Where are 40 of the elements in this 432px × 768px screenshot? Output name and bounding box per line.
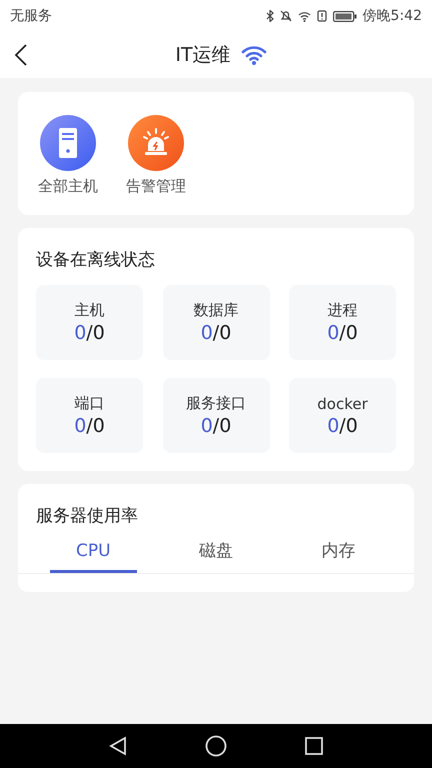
recents-nav-icon[interactable] [305,737,323,755]
status-tile[interactable]: 进程 0/0 [289,285,396,360]
tile-count: 0/0 [200,322,232,344]
tile-label: 服务接口 [186,394,246,413]
battery-icon [332,10,357,22]
status-tile[interactable]: 服务接口 0/0 [162,378,270,453]
usage-tab[interactable]: 磁盘 [172,535,260,573]
mute-icon [280,10,292,22]
tile-count: 0/0 [74,322,105,344]
status-tile[interactable]: 端口 0/0 [36,378,143,453]
back-nav-icon[interactable] [109,736,127,756]
server-icon [40,115,96,171]
back-icon [14,43,28,67]
tile-label: 端口 [74,394,104,413]
status-tile[interactable]: 主机 0/0 [36,285,143,360]
section-title: 服务器使用率 [35,505,139,527]
tile-label: 数据库 [194,301,238,320]
clock-text: 傍晚5:42 [362,7,422,25]
alarm-management-button[interactable]: 告警管理 [126,115,186,215]
tile-label: docker [317,394,368,412]
siren-icon [128,115,184,171]
tile-count: 0/0 [327,414,358,436]
tile-count: 0/0 [74,415,105,437]
wifi-icon [298,10,311,22]
all-hosts-button[interactable]: 全部主机 [38,115,98,215]
home-nav-icon[interactable] [205,735,227,757]
status-tile[interactable]: 数据库 0/0 [162,285,270,360]
usage-tab[interactable]: 内存 [295,535,382,573]
tile-count: 0/0 [327,322,358,344]
tile-label: 主机 [74,301,104,320]
wifi-icon [240,45,267,65]
page-title: IT运维 [175,43,231,68]
alert-icon [316,10,327,22]
bluetooth-icon [266,10,274,22]
usage-tab[interactable]: CPU [50,535,137,573]
status-tile[interactable]: docker 0/0 [289,378,396,453]
tile-label: 进程 [328,301,358,320]
section-title: 设备在离线状态 [36,249,156,271]
tile-count: 0/0 [200,415,232,437]
carrier-text: 无服务 [10,7,52,25]
